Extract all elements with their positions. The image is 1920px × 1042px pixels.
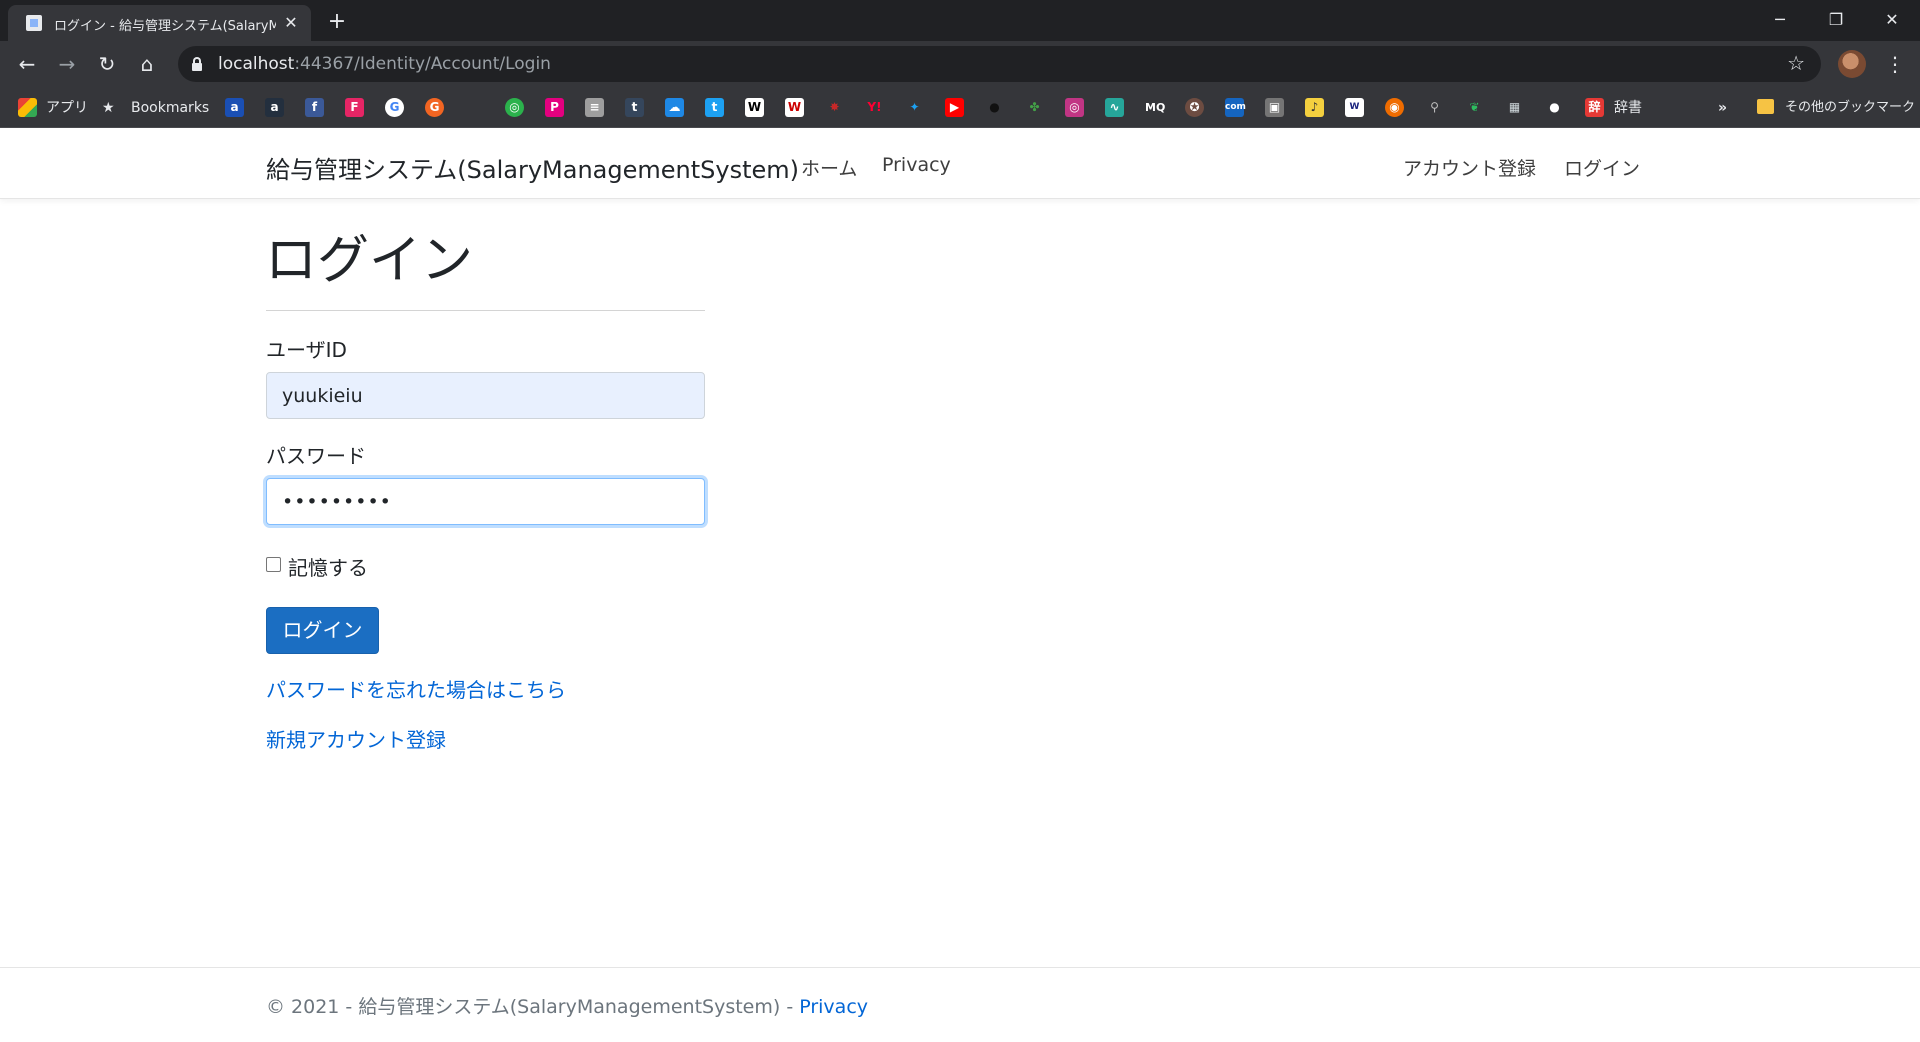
url-host: localhost	[218, 54, 295, 74]
profile-avatar[interactable]	[1838, 50, 1866, 78]
nav-home[interactable]: ホーム	[801, 154, 857, 181]
page-favicon-icon	[26, 15, 42, 31]
login-button[interactable]: ログイン	[266, 607, 379, 654]
new-tab-icon[interactable]: +	[322, 8, 352, 36]
address-bar[interactable]: localhost:44367/Identity/Account/Login ☆	[178, 46, 1821, 82]
bookmark-green-icon[interactable]: ◎	[505, 98, 524, 117]
bookmark-folder-bookmarks[interactable]: Bookmarks	[131, 98, 209, 118]
userid-label: ユーザID	[266, 338, 347, 362]
browser-toolbar: ← → ↻ ⌂ localhost:44367/Identity/Account…	[0, 41, 1920, 87]
divider	[266, 310, 705, 311]
remember-label[interactable]: 記憶する	[288, 552, 368, 581]
bookmark-apps[interactable]: アプリ	[46, 98, 88, 118]
star-icon[interactable]: ★	[102, 98, 115, 118]
forgot-password-link[interactable]: パスワードを忘れた場合はこちら	[266, 674, 566, 703]
reload-icon[interactable]: ↻	[92, 49, 122, 79]
password-label: パスワード	[266, 444, 366, 468]
tab-title: ログイン - 給与管理システム(SalaryM	[54, 19, 276, 33]
browser-titlebar: ログイン - 給与管理システム(SalaryM ✕ + ─ ❐ ✕	[0, 0, 1920, 41]
bookmark-orange-icon[interactable]: ◉	[1385, 98, 1404, 117]
bookmark-music-icon[interactable]: ♪	[1305, 98, 1324, 117]
copyright-text: © 2021 - 給与管理システム(SalaryManagementSystem…	[266, 996, 800, 1018]
bookmark-t-icon[interactable]: t	[705, 98, 724, 117]
home-icon[interactable]: ⌂	[132, 49, 162, 79]
apps-grid-icon[interactable]	[18, 98, 37, 117]
browser-tab[interactable]: ログイン - 給与管理システム(SalaryM ✕	[8, 5, 311, 41]
bookmark-clover-icon[interactable]: ✤	[1025, 98, 1044, 117]
minimize-icon[interactable]: ─	[1752, 0, 1808, 40]
site-navbar: 給与管理システム(SalaryManagementSystem) ホーム Pri…	[0, 128, 1920, 199]
bookmark-facebook-icon[interactable]: f	[305, 98, 324, 117]
bookmark-amazon-icon[interactable]: a	[265, 98, 284, 117]
bookmark-image-icon[interactable]: ▣	[1265, 98, 1284, 117]
bookmark-wsj-icon[interactable]: W	[1345, 98, 1364, 117]
bookmark-google-icon[interactable]: G	[385, 98, 404, 117]
footer-privacy-link[interactable]: Privacy	[799, 996, 868, 1018]
bookmark-other[interactable]: その他のブックマーク	[1785, 98, 1915, 118]
bookmarks-overflow[interactable]: »	[1718, 98, 1727, 118]
lock-icon	[192, 57, 202, 71]
footer-copyright: © 2021 - 給与管理システム(SalaryManagementSystem…	[266, 992, 868, 1019]
bookmark-g-icon[interactable]: G	[425, 98, 444, 117]
nav-privacy[interactable]: Privacy	[882, 154, 951, 176]
site-brand[interactable]: 給与管理システム(SalaryManagementSystem)	[266, 150, 799, 185]
bookmark-dark-icon[interactable]: ●	[985, 98, 1004, 117]
folder-icon	[1757, 99, 1774, 114]
register-link[interactable]: 新規アカウント登録	[266, 724, 446, 753]
bookmark-f-icon[interactable]: F	[345, 98, 364, 117]
bookmark-instagram-icon[interactable]: ◎	[1065, 98, 1084, 117]
browser-menu-icon[interactable]: ⋮	[1880, 49, 1910, 79]
nav-register[interactable]: アカウント登録	[1403, 154, 1536, 181]
bookmark-doc-icon[interactable]: ≡	[585, 98, 604, 117]
forward-arrow-icon[interactable]: →	[52, 49, 82, 79]
bookmarks-bar: アプリ ★ Bookmarks a a f F G G ◎ P ≡ t ☁ t …	[0, 87, 1920, 128]
bookmark-tumblr-icon[interactable]: t	[625, 98, 644, 117]
site-footer: © 2021 - 給与管理システム(SalaryManagementSystem…	[0, 967, 1920, 1042]
bookmark-youtube-icon[interactable]: ▶	[945, 98, 964, 117]
bookmark-grid-icon[interactable]: ▦	[1505, 98, 1524, 117]
bookmark-dictionary-icon[interactable]: 辞	[1585, 98, 1604, 117]
restore-icon[interactable]: ❐	[1808, 0, 1864, 40]
bookmark-com-icon[interactable]: com	[1225, 98, 1246, 117]
bookmark-badge-icon[interactable]: ✪	[1185, 98, 1204, 117]
bookmark-mq-icon[interactable]: MQ	[1145, 98, 1165, 117]
bookmark-chart-icon[interactable]: ∿	[1105, 98, 1124, 117]
bookmark-star-icon[interactable]: ☆	[1787, 51, 1805, 75]
bookmark-w-icon[interactable]: W	[785, 98, 804, 117]
bookmark-p-icon[interactable]: P	[545, 98, 564, 117]
bookmark-wikipedia-icon[interactable]: W	[745, 98, 764, 117]
page-title: ログイン	[265, 231, 474, 291]
bookmark-dictionary[interactable]: 辞書	[1614, 98, 1642, 118]
url-path: :44367/Identity/Account/Login	[294, 54, 551, 74]
bookmark-chat-icon[interactable]: ☁	[665, 98, 684, 117]
back-arrow-icon[interactable]: ←	[12, 49, 42, 79]
url-text: localhost:44367/Identity/Account/Login	[218, 54, 551, 74]
nav-login[interactable]: ログイン	[1564, 154, 1640, 181]
bookmark-twitter-icon[interactable]: ✦	[905, 98, 924, 117]
bookmark-paw-icon[interactable]: ✸	[825, 98, 844, 117]
bookmark-evernote-icon[interactable]: ❦	[1465, 98, 1484, 117]
bookmark-search-icon[interactable]: ⚲	[1425, 98, 1444, 117]
close-tab-icon[interactable]: ✕	[280, 12, 302, 34]
bookmark-yahoo-icon[interactable]: Y!	[865, 98, 884, 117]
password-input[interactable]	[266, 478, 705, 525]
remember-checkbox[interactable]	[266, 557, 281, 572]
bookmark-github-icon[interactable]: ●	[1545, 98, 1564, 117]
userid-input[interactable]	[266, 372, 705, 419]
bookmark-a-icon[interactable]: a	[225, 98, 244, 117]
page: 給与管理システム(SalaryManagementSystem) ホーム Pri…	[0, 128, 1920, 1042]
window-close-icon[interactable]: ✕	[1864, 0, 1920, 40]
